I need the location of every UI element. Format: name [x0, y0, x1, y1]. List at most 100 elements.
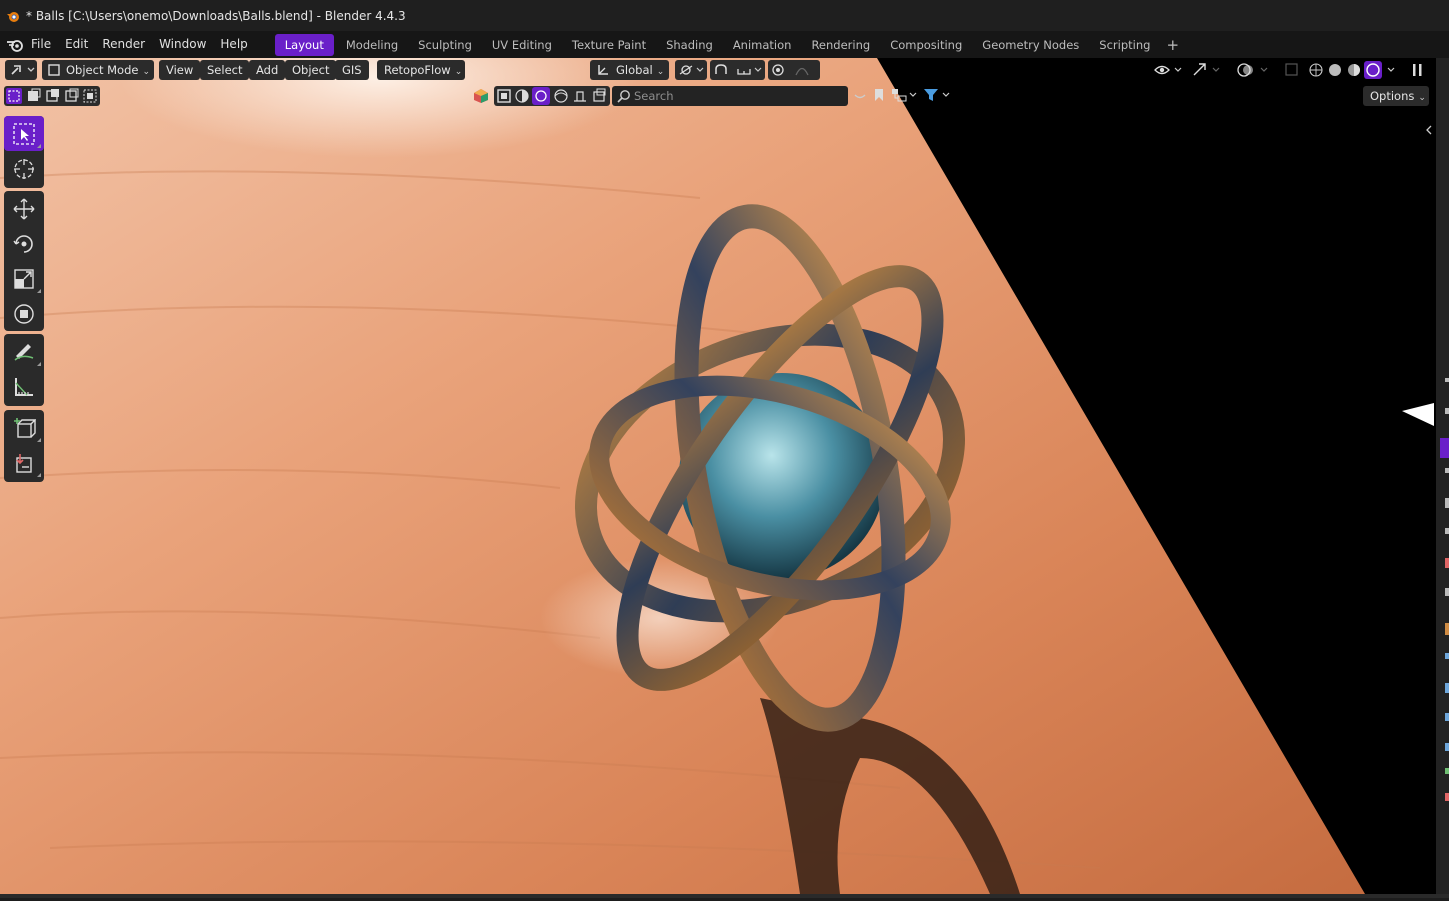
tool-cursor[interactable]	[4, 151, 44, 186]
object-menu[interactable]: Object	[285, 60, 337, 80]
tool-scale[interactable]	[4, 261, 44, 296]
tool-variants-indicator	[37, 362, 41, 366]
collapse-icon[interactable]	[852, 88, 868, 104]
pause-render-button[interactable]	[1408, 60, 1428, 80]
transform-icon	[14, 303, 34, 324]
selection-mode-buttons[interactable]	[4, 86, 100, 106]
tool-annotate[interactable]	[4, 334, 44, 369]
title-bar: * Balls [C:\Users\onemo\Downloads\Balls.…	[0, 0, 1449, 31]
hierarchy-icon[interactable]	[890, 87, 920, 103]
gis-menu[interactable]: GIS	[335, 60, 369, 80]
orientation-axes-icon	[598, 65, 608, 75]
menu-edit[interactable]: Edit	[58, 31, 95, 58]
tab-layout[interactable]: Layout	[274, 33, 334, 56]
tab-rendering[interactable]: Rendering	[801, 34, 880, 56]
filter-toggle-buttons[interactable]	[494, 86, 610, 106]
proportional-editing-icon	[772, 64, 809, 76]
status-bar	[0, 894, 1449, 898]
tab-uv-editing[interactable]: UV Editing	[482, 34, 562, 56]
sidebar-toggle-icon[interactable]	[1424, 124, 1434, 136]
select-box-icon	[13, 122, 35, 145]
retopoflow-menu[interactable]: RetopoFlow ⌄	[377, 60, 465, 80]
tool-move[interactable]	[4, 191, 44, 226]
pause-icon	[1413, 64, 1422, 76]
bookmark-icon[interactable]	[872, 87, 886, 103]
eye-icon	[1154, 65, 1182, 75]
chevron-down-icon: ⌄	[454, 67, 463, 77]
search-input[interactable]: Search	[612, 86, 848, 106]
viewport-header: Object Mode ⌄ View Select Add Object GIS …	[0, 58, 1436, 82]
tab-shading[interactable]: Shading	[656, 34, 723, 56]
toolbar-annotate-group	[4, 334, 44, 406]
tool-measure[interactable]	[4, 369, 44, 404]
tool-transform[interactable]	[4, 296, 44, 331]
gizmo-button[interactable]	[1190, 60, 1224, 80]
tool-rotate[interactable]	[4, 226, 44, 261]
snap-magnet-icon	[715, 64, 762, 75]
proportional-editing-button[interactable]	[768, 60, 820, 80]
xray-button[interactable]	[1282, 60, 1302, 80]
chevron-down-icon: ⌄	[656, 67, 665, 77]
window-title: * Balls [C:\Users\onemo\Downloads\Balls.…	[26, 8, 406, 23]
tool-select-box[interactable]	[4, 116, 44, 151]
snapping-button[interactable]	[710, 60, 765, 80]
tab-texture-paint[interactable]: Texture Paint	[562, 34, 656, 56]
3d-viewport[interactable]: Object Mode ⌄ View Select Add Object GIS …	[0, 58, 1436, 894]
add-workspace-icon[interactable]: +	[1166, 36, 1179, 54]
object-mode-icon	[48, 64, 60, 76]
measure-icon	[15, 377, 33, 396]
blender-logo-icon	[7, 11, 19, 22]
toolbar-add-group	[4, 410, 44, 482]
tab-scripting[interactable]: Scripting	[1089, 34, 1160, 56]
workspace-tabs: Layout Modeling Sculpting UV Editing Tex…	[274, 33, 1179, 56]
viewport-subheader: Search Options ⌄	[0, 84, 1436, 108]
editor-type-button[interactable]	[5, 60, 37, 80]
tool-variants-indicator	[37, 438, 41, 442]
blender-menu-icon[interactable]	[6, 37, 24, 53]
properties-editor-edge	[1436, 58, 1449, 898]
retopoflow-label: RetopoFlow	[384, 63, 451, 77]
mode-dropdown[interactable]: Object Mode ⌄	[42, 60, 154, 80]
visibility-button[interactable]	[1152, 60, 1186, 80]
options-label: Options	[1370, 89, 1415, 103]
move-icon	[13, 198, 35, 219]
tab-geometry-nodes[interactable]: Geometry Nodes	[972, 34, 1089, 56]
rotate-icon	[13, 234, 33, 253]
view-menu[interactable]: View	[159, 60, 201, 80]
xray-icon	[1285, 63, 1298, 76]
tool-extract[interactable]	[4, 445, 44, 480]
transform-orientation-dropdown[interactable]: Global ⌄	[590, 60, 669, 80]
annotate-icon	[14, 343, 34, 361]
menu-help[interactable]: Help	[213, 31, 254, 58]
options-dropdown[interactable]: Options ⌄	[1363, 86, 1429, 106]
tab-sculpting[interactable]: Sculpting	[408, 34, 482, 56]
search-placeholder: Search	[634, 89, 674, 103]
overlays-button[interactable]	[1235, 60, 1273, 80]
filter-funnel-icon[interactable]	[922, 86, 954, 104]
menu-window[interactable]: Window	[152, 31, 213, 58]
tool-add-cube[interactable]	[4, 410, 44, 445]
shading-modes[interactable]	[1306, 60, 1402, 80]
rendered-scene	[0, 58, 1436, 894]
extract-icon	[16, 453, 32, 473]
tab-animation[interactable]: Animation	[723, 34, 802, 56]
pivot-point-icon	[679, 65, 704, 75]
menu-file[interactable]: File	[24, 31, 58, 58]
menu-bar: File Edit Render Window Help Layout Mode…	[0, 31, 1449, 58]
gizmo-icon	[1193, 63, 1220, 76]
cursor-icon	[14, 158, 34, 179]
tab-modeling[interactable]: Modeling	[336, 34, 408, 56]
menu-render[interactable]: Render	[95, 31, 152, 58]
mode-label: Object Mode	[66, 63, 139, 77]
select-menu[interactable]: Select	[200, 60, 250, 80]
search-icon	[617, 90, 630, 103]
chevron-down-icon: ⌄	[1418, 93, 1426, 103]
pivot-point-button[interactable]	[675, 60, 707, 80]
properties-tab-icons	[1440, 378, 1449, 801]
filter-icons	[497, 87, 606, 105]
tab-compositing[interactable]: Compositing	[880, 34, 972, 56]
orientation-label: Global	[616, 63, 653, 77]
shading-mode-icons	[1309, 61, 1395, 79]
add-menu[interactable]: Add	[249, 60, 286, 80]
overlays-icon	[1237, 63, 1268, 77]
